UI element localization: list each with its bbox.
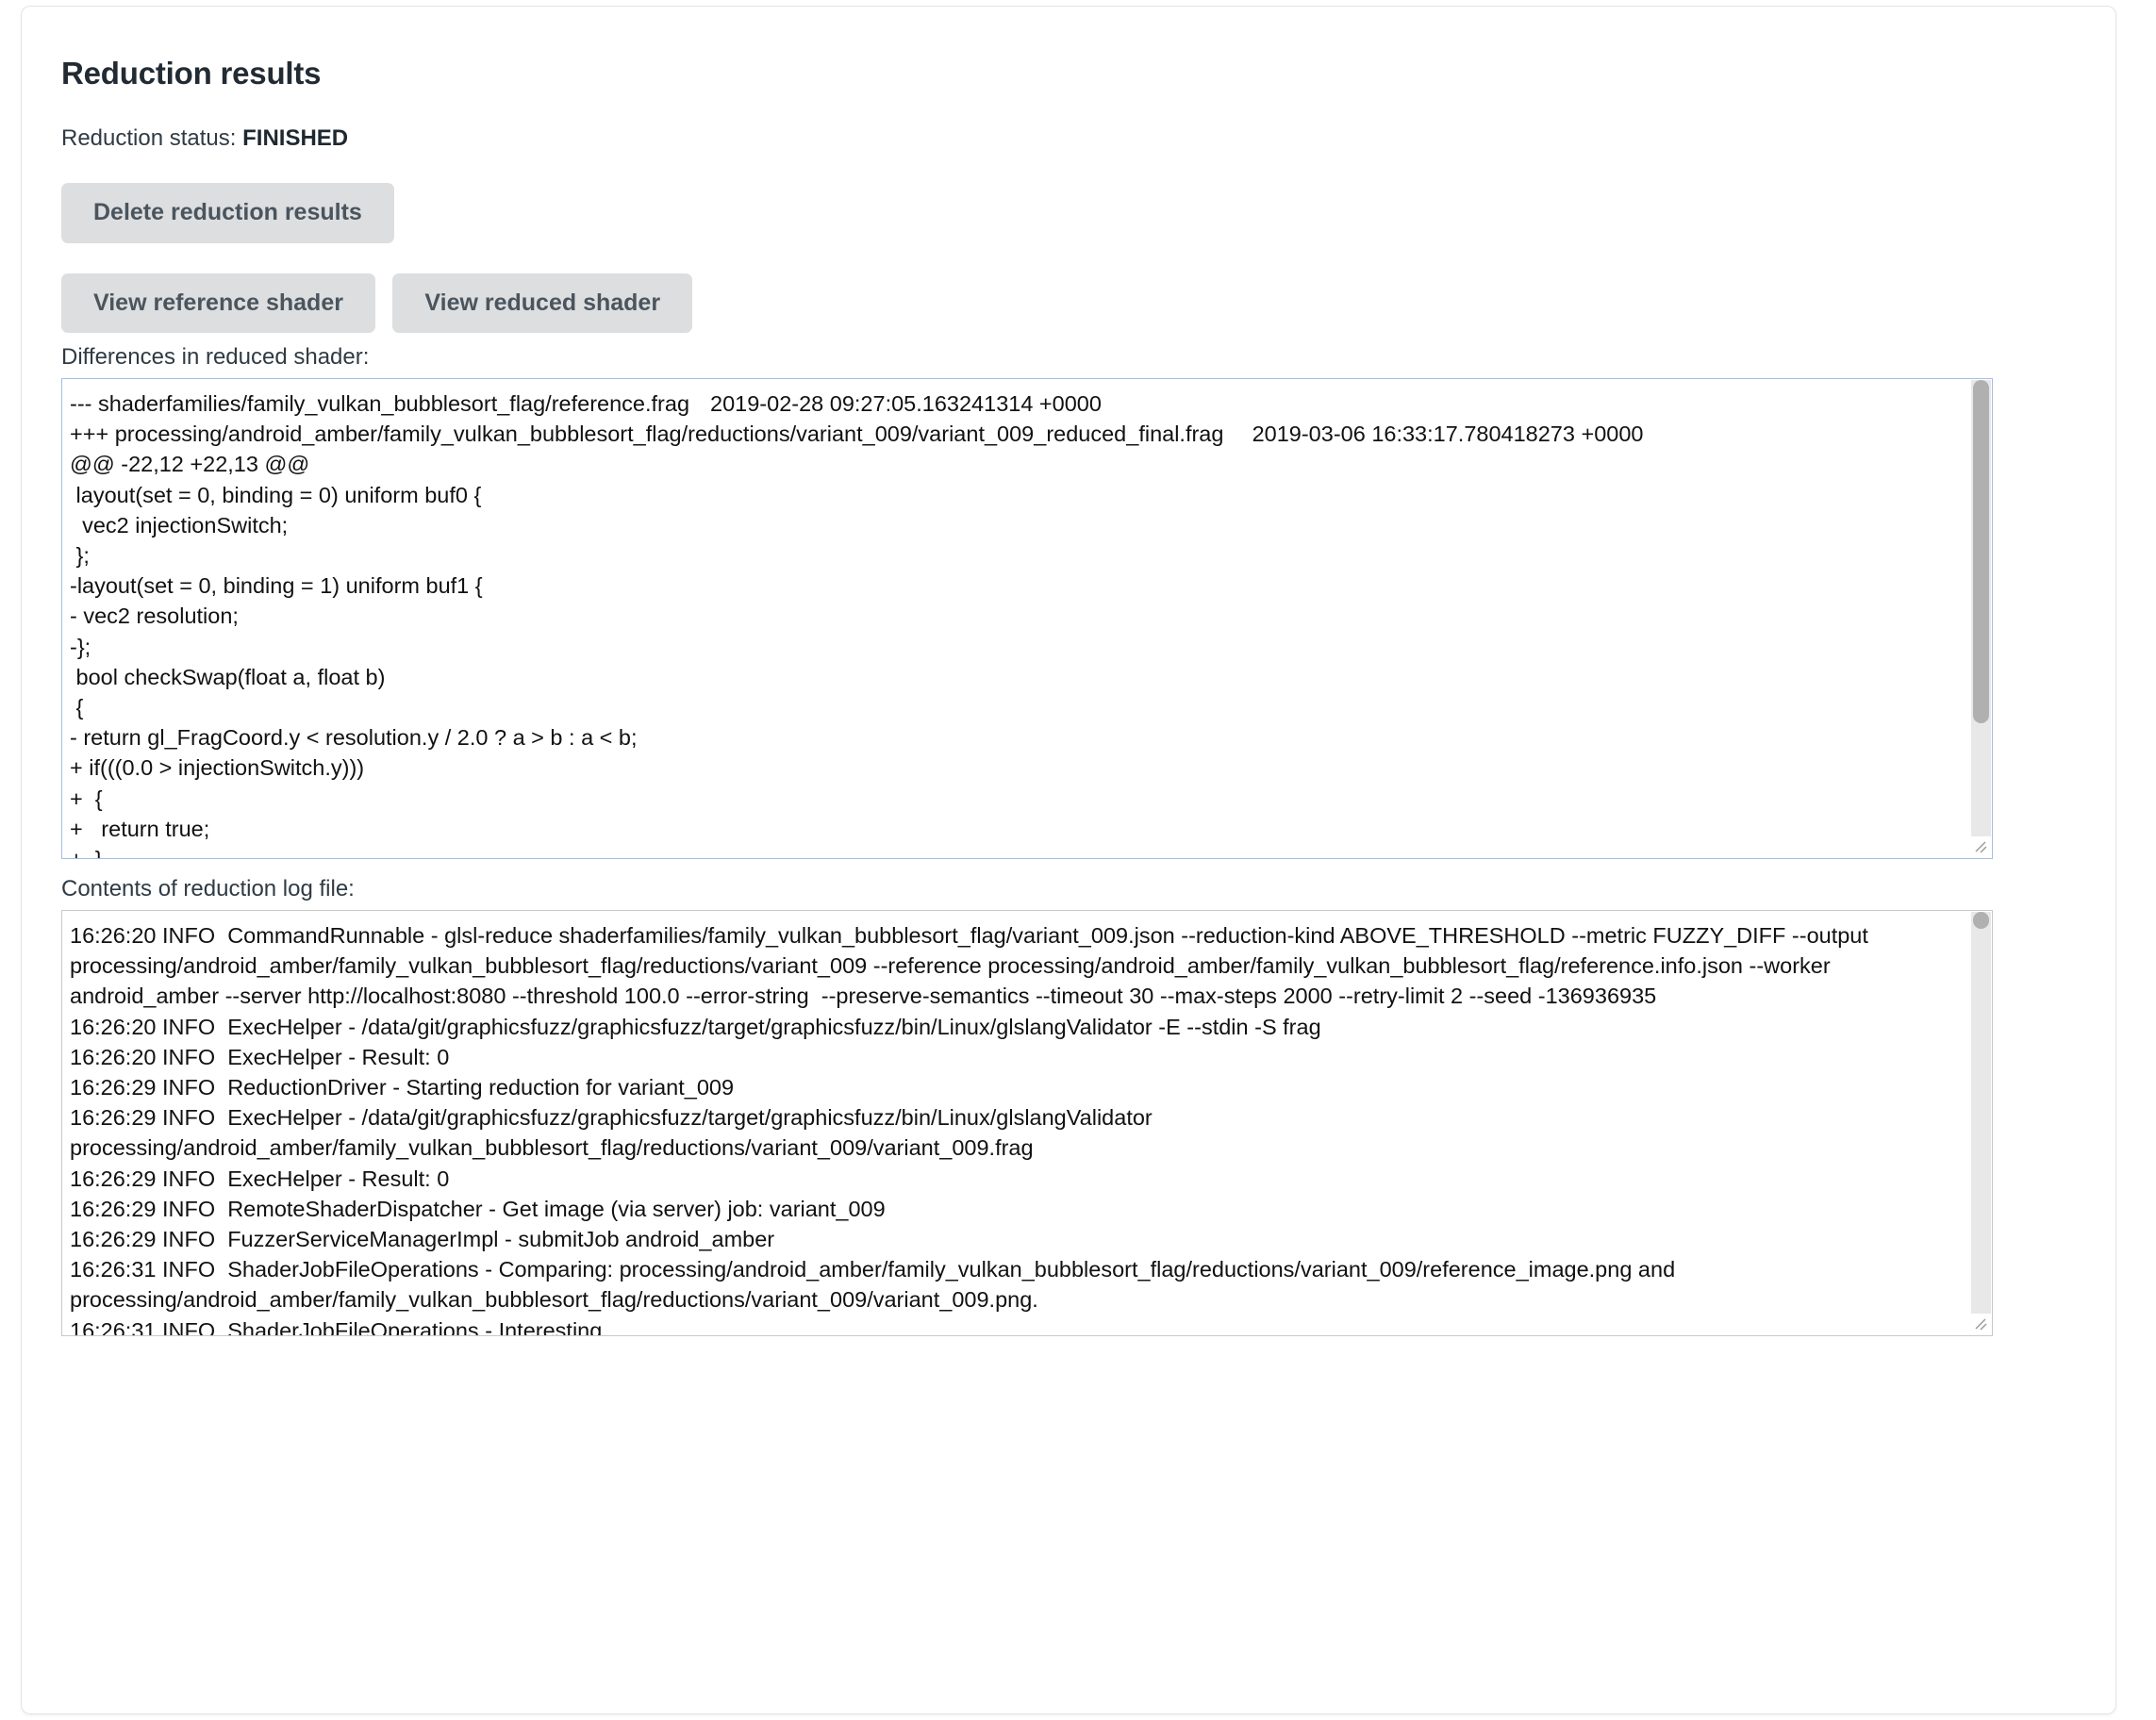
view-reduced-shader-button[interactable]: View reduced shader bbox=[392, 273, 693, 333]
delete-reduction-results-button[interactable]: Delete reduction results bbox=[61, 183, 394, 243]
primary-action-row: Delete reduction results bbox=[61, 183, 2078, 243]
diff-textarea[interactable]: --- shaderfamilies/family_vulkan_bubbles… bbox=[61, 378, 1993, 859]
diff-scrollbar[interactable] bbox=[1971, 380, 1991, 857]
diff-scrollbar-thumb[interactable] bbox=[1973, 380, 1989, 724]
log-scrollbar-thumb[interactable] bbox=[1973, 912, 1989, 929]
reduction-status-label: Reduction status: bbox=[61, 125, 237, 151]
diff-textarea-content: --- shaderfamilies/family_vulkan_bubbles… bbox=[70, 391, 1644, 858]
page-title: Reduction results bbox=[61, 56, 322, 91]
page-root: Reduction results Reduction status: FINI… bbox=[0, 0, 2156, 1720]
log-resize-handle[interactable] bbox=[1970, 1314, 1991, 1334]
view-reference-shader-button[interactable]: View reference shader bbox=[61, 273, 375, 333]
status-badge: FINISHED bbox=[242, 125, 349, 151]
log-label: Contents of reduction log file: bbox=[61, 876, 355, 901]
diff-resize-handle[interactable] bbox=[1970, 836, 1991, 857]
log-textarea-content: 16:26:20 INFO CommandRunnable - glsl-red… bbox=[70, 923, 1868, 1336]
diff-label: Differences in reduced shader: bbox=[61, 344, 370, 370]
log-scrollbar[interactable] bbox=[1971, 912, 1991, 1334]
shader-view-action-row: View reference shader View reduced shade… bbox=[61, 273, 2078, 333]
reduction-results-card: Reduction results Reduction status: FINI… bbox=[21, 6, 2116, 1714]
reduction-status-line: Reduction status: FINISHED bbox=[61, 125, 2078, 152]
log-textarea[interactable]: 16:26:20 INFO CommandRunnable - glsl-red… bbox=[61, 910, 1993, 1336]
